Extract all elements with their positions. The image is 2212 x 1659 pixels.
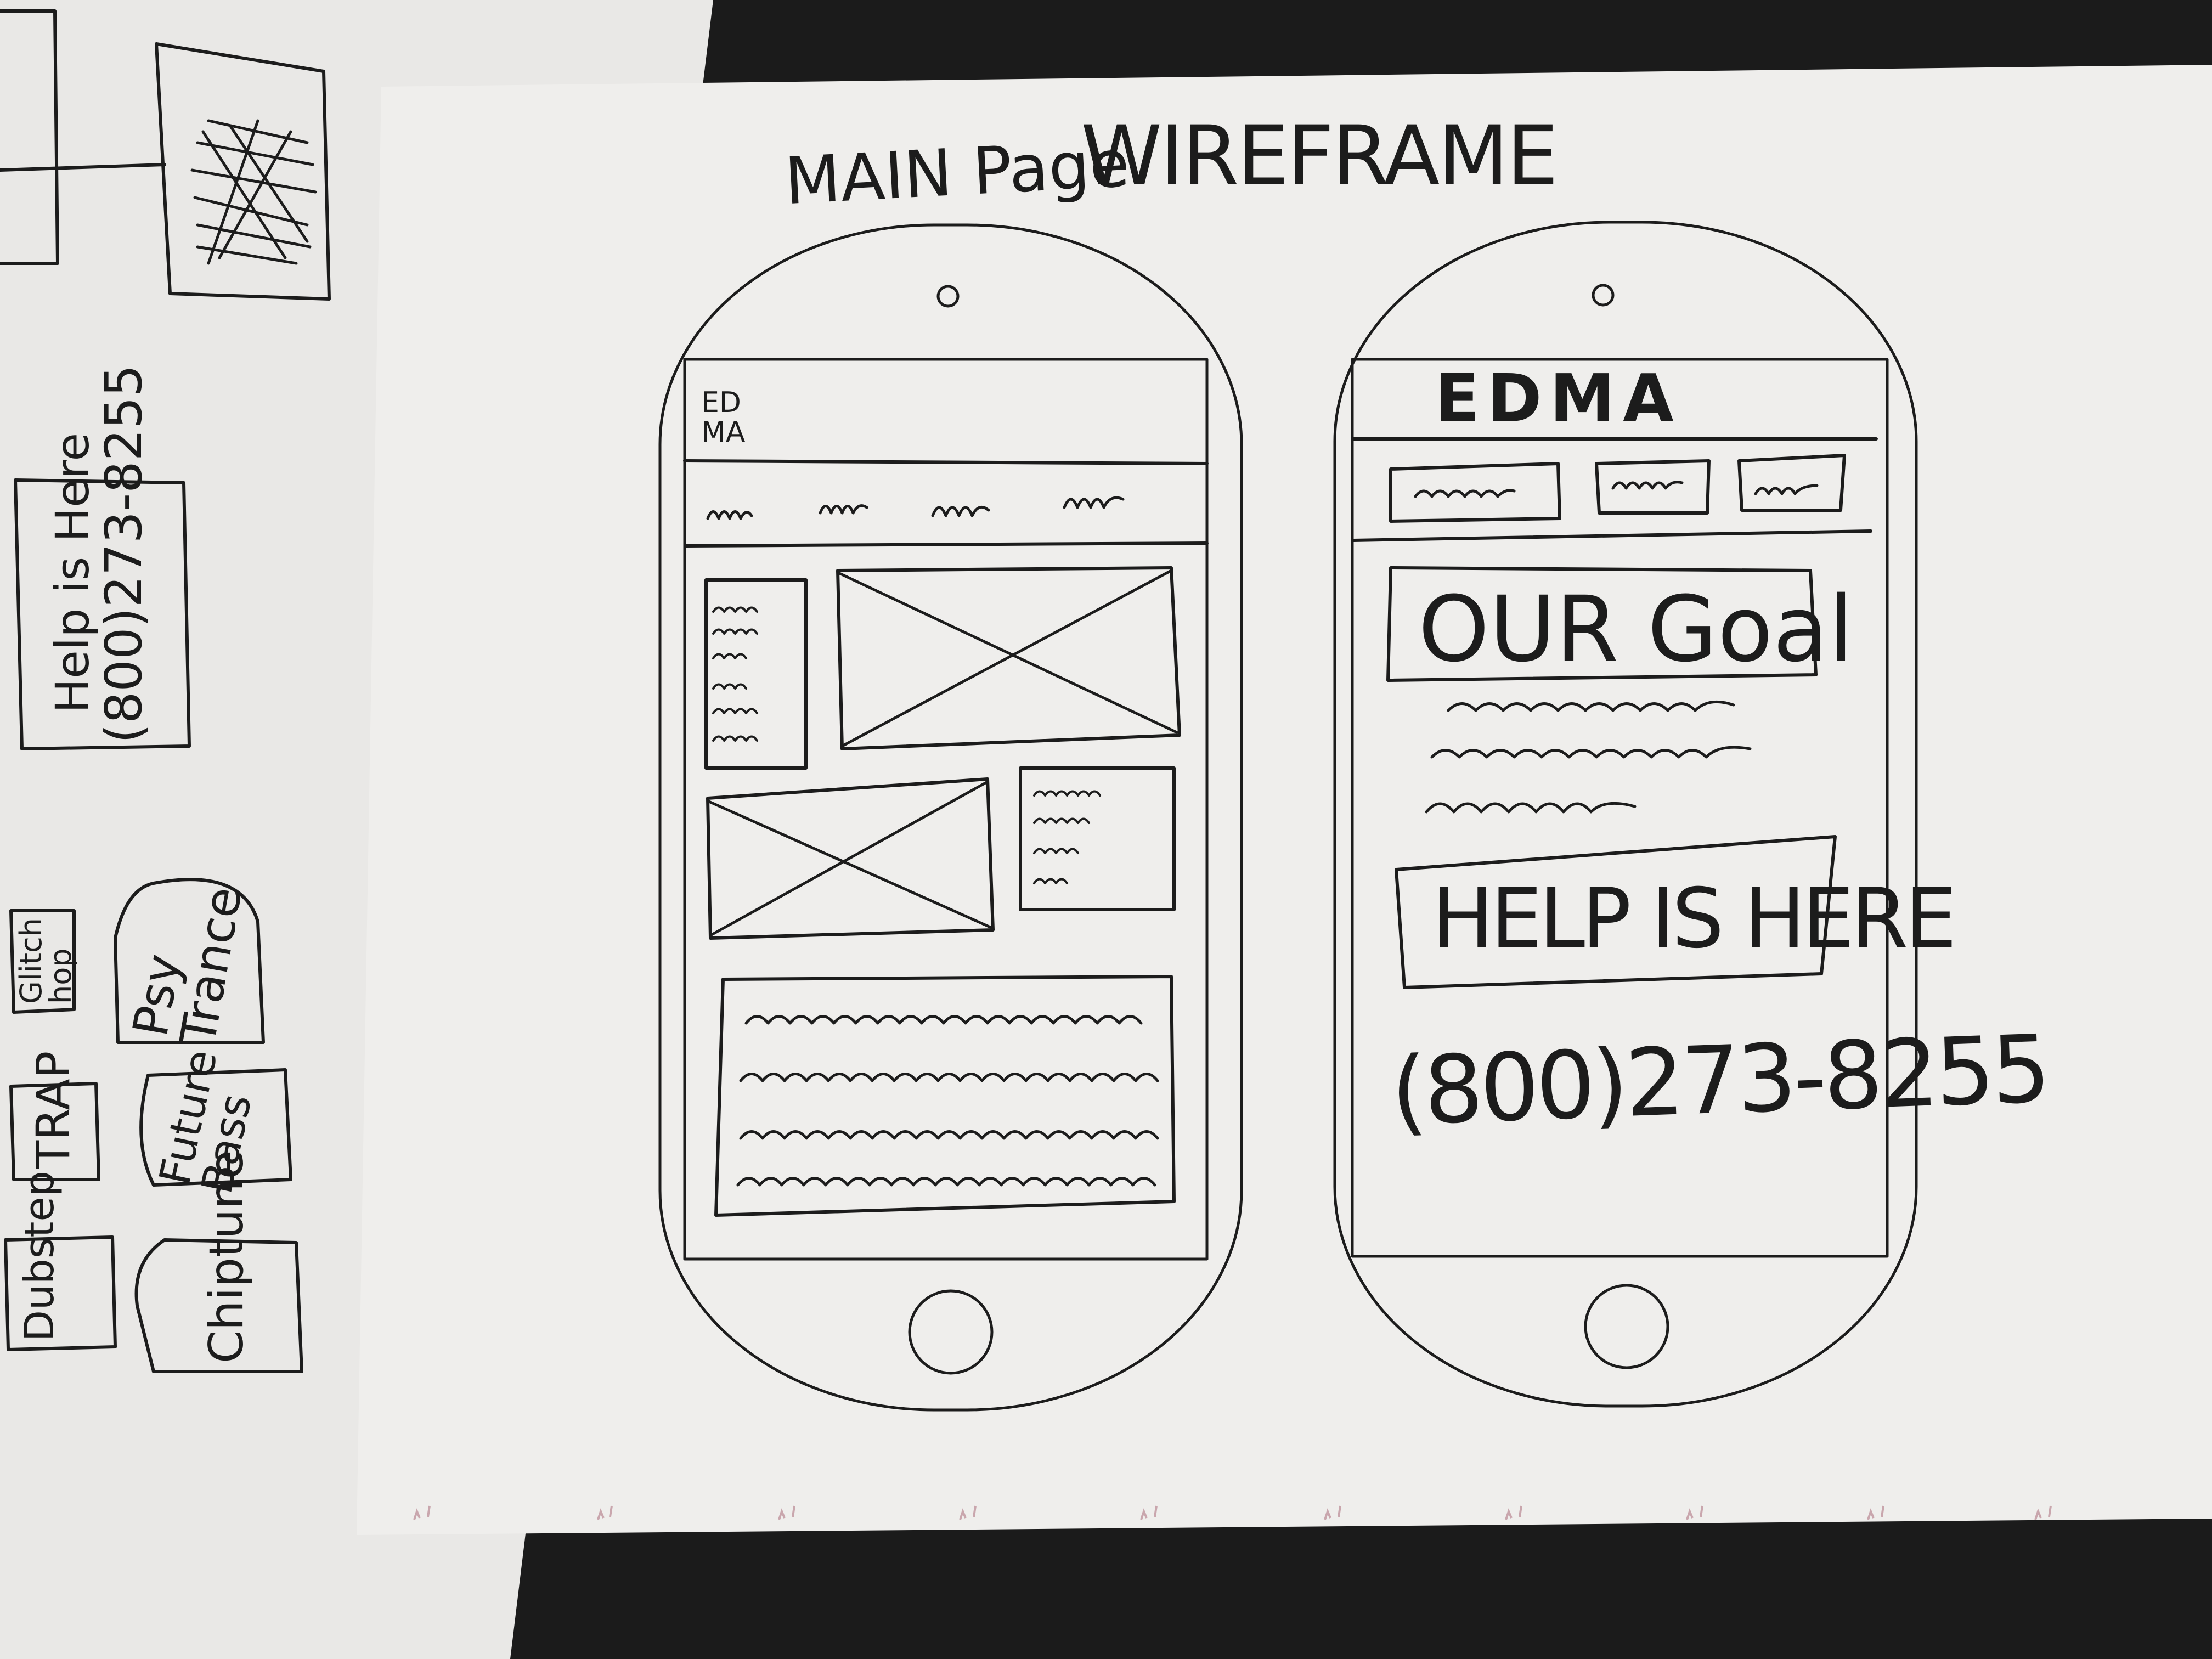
scribbled-out-box — [155, 42, 331, 301]
screen-frame — [683, 358, 1209, 1261]
camera-icon — [936, 285, 960, 308]
text-block — [1019, 766, 1176, 911]
partial-box — [0, 9, 59, 265]
camera-icon — [1592, 284, 1615, 307]
goal-text-scribbles — [1425, 700, 1752, 814]
help-heading: HELP IS HERE — [1432, 871, 1957, 967]
genre-card-label: TRAP — [26, 1051, 80, 1169]
help-phone-number: (800)273-8255 — [1389, 1015, 2050, 1147]
left-phone-logo-line2: MA — [701, 416, 746, 449]
page-edge-marks — [413, 1505, 2052, 1520]
home-button-icon — [1584, 1284, 1669, 1369]
sheet-title-large: WIREFRAME — [1081, 109, 1559, 204]
text-block-scribbles — [712, 606, 758, 742]
text-block-scribbles — [1033, 790, 1101, 884]
connector-line — [0, 163, 166, 172]
header-divider — [683, 459, 1209, 465]
genre-card-label: Dubstep — [16, 1171, 63, 1341]
nav-buttons — [1389, 454, 1846, 523]
nav-divider — [684, 541, 1209, 548]
help-card-line2: (800)273-8255 — [94, 364, 153, 743]
home-button-icon — [908, 1289, 994, 1375]
right-phone-logo: EDMA — [1435, 361, 1681, 437]
nav-divider — [1352, 529, 1872, 542]
goal-heading: OUR Goal — [1418, 577, 1854, 682]
sheet-title-small: MAIN Page — [782, 125, 1131, 219]
left-phone-sketch — [658, 223, 1243, 1412]
nav-scribbles — [706, 496, 1125, 520]
paragraph-scribbles — [736, 1015, 1159, 1187]
genre-card-label: Chiptune — [199, 1150, 254, 1363]
left-phone-logo-line1: ED — [701, 386, 741, 419]
help-card-line1: Help is Here — [46, 432, 99, 713]
image-placeholder — [836, 566, 1181, 751]
genre-card-label: Glitch hop — [14, 918, 78, 1004]
image-placeholder — [706, 777, 995, 940]
ink-drawings — [0, 9, 2052, 1520]
